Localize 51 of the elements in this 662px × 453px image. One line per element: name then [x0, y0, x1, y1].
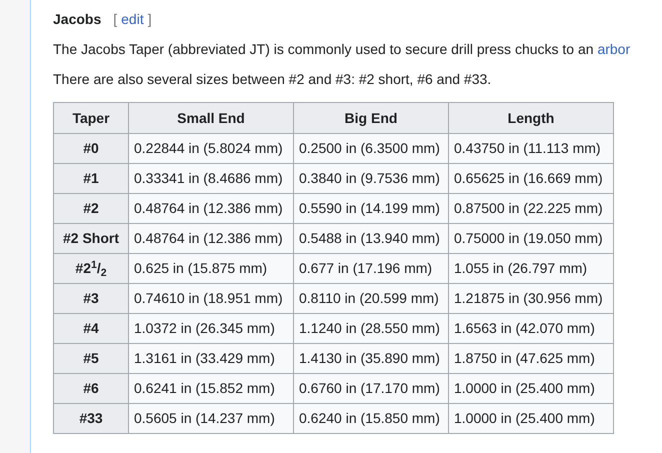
table-cell: 1.0000 in (25.400 mm) — [448, 374, 614, 404]
table-cell: 0.8110 in (20.599 mm) — [294, 284, 448, 314]
edit-link[interactable]: edit — [121, 9, 144, 30]
table-cell: 0.677 in (17.196 mm) — [294, 254, 448, 284]
row-header: #0 — [54, 134, 128, 164]
column-header: Big End — [294, 102, 448, 134]
table-cell: 0.75000 in (19.050 mm) — [448, 224, 614, 254]
table-cell: 0.74610 in (18.951 mm) — [128, 284, 294, 314]
row-header: #2 Short — [54, 224, 128, 254]
table-cell: 1.6563 in (42.070 mm) — [448, 314, 614, 344]
table-cell: 0.625 in (15.875 mm) — [128, 254, 294, 284]
row-header: #3 — [54, 284, 128, 314]
table-cell: 1.8750 in (47.625 mm) — [448, 344, 614, 374]
table-cell: 0.43750 in (11.113 mm) — [448, 134, 614, 164]
table-cell: 0.6240 in (15.850 mm) — [294, 404, 448, 434]
row-header: #5 — [54, 344, 128, 374]
table-cell: 0.33341 in (8.4686 mm) — [128, 164, 294, 194]
bracket: ] — [148, 10, 152, 29]
paragraph: There are also several sizes between #2 and #3: #2 short, #6 and #33. — [53, 70, 492, 89]
table-cell: 0.65625 in (16.669 mm) — [448, 164, 614, 194]
table-cell: 1.4130 in (35.890 mm) — [294, 344, 448, 374]
table-cell: 0.3840 in (9.7536 mm) — [294, 164, 448, 194]
table-cell: 0.48764 in (12.386 mm) — [128, 224, 294, 254]
row-header: #1 — [54, 164, 128, 194]
table-cell: 0.2500 in (6.3500 mm) — [294, 134, 448, 164]
row-header: #6 — [54, 374, 128, 404]
table-cell: 0.5605 in (14.237 mm) — [128, 404, 294, 434]
table-cell: 1.3161 in (33.429 mm) — [128, 344, 294, 374]
table-cell: 0.6241 in (15.852 mm) — [128, 374, 294, 404]
bracket: [ — [113, 10, 118, 29]
table-cell: 0.5488 in (13.940 mm) — [294, 224, 448, 254]
row-header: #4 — [54, 314, 128, 344]
table-cell: 1.1240 in (28.550 mm) — [294, 314, 448, 344]
table-cell: 1.055 in (26.797 mm) — [448, 254, 614, 284]
link[interactable]: arbor — [597, 41, 630, 57]
row-header: #33 — [54, 404, 128, 434]
table-cell: 1.0372 in (26.345 mm) — [128, 314, 294, 344]
row-header: #2 — [54, 194, 128, 224]
section-heading: Jacobs — [53, 10, 102, 29]
column-header: Small End — [128, 102, 294, 134]
table-cell: 0.6760 in (17.170 mm) — [294, 374, 448, 404]
table-cell: 1.0000 in (25.400 mm) — [448, 404, 614, 434]
row-header: #2$^{1}$/$_{2}$ — [54, 254, 128, 284]
table-cell: 0.22844 in (5.8024 mm) — [128, 134, 294, 164]
column-header: Taper — [54, 102, 128, 134]
column-header: Length — [448, 102, 614, 134]
table-cell: 1.21875 in (30.956 mm) — [448, 284, 614, 314]
table-cell: 0.87500 in (22.225 mm) — [448, 194, 614, 224]
table-cell: 0.48764 in (12.386 mm) — [128, 194, 294, 224]
paragraph: The Jacobs Taper (abbreviated JT) is commonly used to secure drill press chucks to an arbor — [53, 40, 632, 59]
table-cell: 0.5590 in (14.199 mm) — [294, 194, 448, 224]
